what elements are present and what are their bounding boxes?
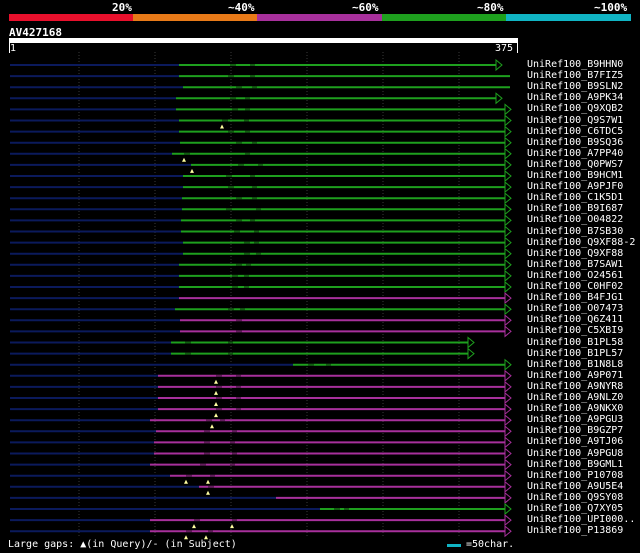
hit-end-triangle xyxy=(504,103,512,116)
hit-end-triangle xyxy=(504,125,512,138)
hit-end-triangle xyxy=(504,158,512,171)
gaps-legend: Large gaps: ▲(in Query)/- (in Subject) xyxy=(8,539,237,550)
hit-label[interactable]: UniRef100_B4FJG1 xyxy=(527,292,623,303)
hit-label[interactable]: UniRef100_B9HCM1 xyxy=(527,170,623,181)
hit-label[interactable]: UniRef100_Q6Z411 xyxy=(527,314,623,325)
hit-label[interactable]: UniRef100_B9SQ36 xyxy=(527,137,623,148)
hit-label[interactable]: UniRef100_Q0PWS7 xyxy=(527,159,623,170)
query-gap-marker xyxy=(214,413,218,418)
hit-label[interactable]: UniRef100_A9PGU8 xyxy=(527,448,623,459)
query-gap-marker xyxy=(206,479,210,484)
hit-end-triangle xyxy=(504,525,512,538)
query-gap-marker xyxy=(184,479,188,484)
query-gap-marker xyxy=(192,524,196,529)
hit-end-triangle xyxy=(504,225,512,238)
hit-label[interactable]: UniRef100_A9NKX0 xyxy=(527,403,623,414)
hit-label[interactable]: UniRef100_Q9SY08 xyxy=(527,492,623,503)
hit-label[interactable]: UniRef100_B9I687 xyxy=(527,203,623,214)
hit-label[interactable]: UniRef100_P13869 xyxy=(527,525,623,536)
hit-end-triangle xyxy=(504,181,512,194)
hit-label[interactable]: UniRef100_B1PL57 xyxy=(527,348,623,359)
query-gap-marker xyxy=(214,390,218,395)
hit-end-triangle xyxy=(467,347,475,360)
hit-label[interactable]: UniRef100_A7PP40 xyxy=(527,148,623,159)
hit-label[interactable]: UniRef100_C1K5D1 xyxy=(527,192,623,203)
hit-label[interactable]: UniRef100_A9PJF0 xyxy=(527,181,623,192)
hit-label[interactable]: UniRef100_A9NLZ0 xyxy=(527,392,623,403)
hit-label[interactable]: UniRef100_A9PK34 xyxy=(527,92,623,103)
scale-bar-label: =50char. xyxy=(466,539,515,550)
hit-label[interactable]: UniRef100_Q9S7W1 xyxy=(527,115,623,126)
hit-end-triangle xyxy=(504,491,512,504)
hit-end-triangle xyxy=(504,403,512,416)
hit-end-triangle xyxy=(504,303,512,316)
scale-bar xyxy=(447,544,461,547)
hit-end-triangle xyxy=(504,247,512,260)
hit-end-triangle xyxy=(504,458,512,471)
hit-label[interactable]: UniRef100_A9U5E4 xyxy=(527,481,623,492)
hit-label[interactable]: UniRef100_C5XBI9 xyxy=(527,325,623,336)
hit-end-triangle xyxy=(504,325,512,338)
hit-label[interactable]: UniRef100_O04822 xyxy=(527,214,623,225)
hit-label[interactable]: UniRef100_A9P071 xyxy=(527,370,623,381)
hit-end-triangle xyxy=(504,114,512,127)
hit-end-triangle xyxy=(504,314,512,327)
query-gap-marker xyxy=(220,124,224,129)
hit-end-triangle xyxy=(504,236,512,249)
query-gap-marker xyxy=(182,157,186,162)
query-gap-marker xyxy=(206,490,210,495)
hit-end-triangle xyxy=(504,469,512,482)
hit-end-triangle xyxy=(504,358,512,371)
hit-label[interactable]: UniRef100_B7SB30 xyxy=(527,226,623,237)
hit-end-triangle xyxy=(504,369,512,382)
hit-label[interactable]: UniRef100_B9GZP7 xyxy=(527,425,623,436)
hit-label[interactable]: UniRef100_P10708 xyxy=(527,470,623,481)
hit-end-triangle xyxy=(467,336,475,349)
hit-end-triangle xyxy=(504,292,512,305)
hit-end-triangle xyxy=(495,92,503,105)
hit-label[interactable]: UniRef100_Q9XF88 xyxy=(527,248,623,259)
hit-label[interactable]: UniRef100_C0HF02 xyxy=(527,281,623,292)
hit-label[interactable]: UniRef100_Q9XF88-2 xyxy=(527,237,635,248)
hit-label[interactable]: UniRef100_Q7XY05 xyxy=(527,503,623,514)
hit-end-triangle xyxy=(504,214,512,227)
query-gap-marker xyxy=(210,424,214,429)
hit-label[interactable]: UniRef100_B9SLN2 xyxy=(527,81,623,92)
hit-label[interactable]: UniRef100_Q9XQB2 xyxy=(527,103,623,114)
hit-end-triangle xyxy=(504,169,512,183)
hit-end-triangle xyxy=(504,203,512,216)
hit-label[interactable]: UniRef100_B9GML1 xyxy=(527,459,623,470)
hit-end-triangle xyxy=(504,391,512,405)
hit-end-triangle xyxy=(504,447,512,460)
hit-label[interactable]: UniRef100_B1N8L8 xyxy=(527,359,623,370)
hit-label[interactable]: UniRef100_B7FIZ5 xyxy=(527,70,623,81)
hit-label[interactable]: UniRef100_B7SAW1 xyxy=(527,259,623,270)
hit-end-triangle xyxy=(504,136,512,149)
hit-label[interactable]: UniRef100_A9PGU3 xyxy=(527,414,623,425)
hit-end-triangle xyxy=(504,192,512,205)
query-gap-marker xyxy=(214,379,218,384)
hit-end-triangle xyxy=(504,280,512,294)
hit-label[interactable]: UniRef100_UPI000.. xyxy=(527,514,635,525)
hit-end-triangle xyxy=(504,414,512,427)
hit-end-triangle xyxy=(504,502,512,516)
hit-label[interactable]: UniRef100_O24561 xyxy=(527,270,623,281)
query-gap-marker xyxy=(190,168,194,173)
hit-label[interactable]: UniRef100_C6TDC5 xyxy=(527,126,623,137)
hit-label[interactable]: UniRef100_A9NYR8 xyxy=(527,381,623,392)
hit-end-triangle xyxy=(504,269,512,282)
hit-end-triangle xyxy=(504,147,512,160)
hit-label[interactable]: UniRef100_O07473 xyxy=(527,303,623,314)
hit-end-triangle xyxy=(504,258,512,271)
hit-label[interactable]: UniRef100_B9HHN0 xyxy=(527,59,623,70)
hit-end-triangle xyxy=(504,436,512,449)
hit-end-triangle xyxy=(495,58,503,72)
hit-end-triangle xyxy=(504,425,512,438)
hit-end-triangle xyxy=(504,514,512,527)
hit-label[interactable]: UniRef100_B1PL58 xyxy=(527,337,623,348)
hit-end-triangle xyxy=(504,480,512,493)
hit-end-triangle xyxy=(504,380,512,393)
query-gap-marker xyxy=(214,402,218,406)
hit-label[interactable]: UniRef100_A9TJ06 xyxy=(527,436,623,447)
